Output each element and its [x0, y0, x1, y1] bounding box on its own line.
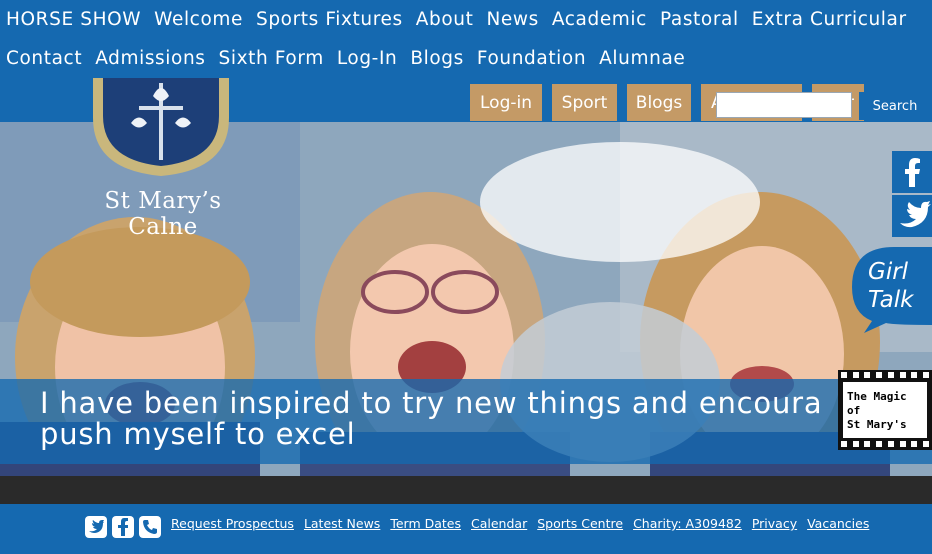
girl-talk-line-2: Talk	[868, 287, 915, 313]
film-strip-top	[841, 372, 929, 380]
footer-link-privacy[interactable]: Privacy	[752, 516, 797, 531]
tab-sport[interactable]: Sport	[552, 84, 617, 121]
footer-link-calendar[interactable]: Calendar	[471, 516, 527, 531]
hero-caption-line-1: I have been inspired to try new things a…	[40, 388, 823, 420]
nav-extra-curricular[interactable]: Extra Curricular	[752, 9, 907, 30]
nav-pastoral[interactable]: Pastoral	[660, 9, 739, 30]
facebook-side-button[interactable]	[892, 151, 932, 193]
footer-link-charity[interactable]: Charity: A309482	[633, 516, 742, 531]
facebook-icon	[905, 158, 920, 187]
nav-horse-show[interactable]: HORSE SHOW	[6, 9, 141, 30]
girl-talk-badge[interactable]: Girl Talk	[846, 243, 932, 333]
nav-row-2: Contact Admissions Sixth Form Log-In Blo…	[0, 39, 692, 78]
school-crest[interactable]	[91, 78, 231, 178]
footer-link-sports-centre[interactable]: Sports Centre	[537, 516, 623, 531]
nav-admissions[interactable]: Admissions	[95, 48, 205, 69]
footer-twitter-icon[interactable]	[85, 516, 107, 538]
magic-line-1: The Magic of	[847, 390, 907, 417]
tab-blogs[interactable]: Blogs	[627, 84, 691, 121]
twitter-icon	[900, 201, 931, 228]
film-strip-bottom	[841, 441, 929, 449]
magic-line-2: St Mary's	[847, 418, 907, 431]
school-name-line-2: Calne	[128, 214, 198, 240]
footer-phone-icon[interactable]	[139, 516, 161, 538]
magic-of-st-marys-badge[interactable]: The Magic of St Mary's	[838, 370, 932, 450]
footer-links: Request Prospectus Latest News Term Date…	[171, 516, 879, 531]
nav-contact[interactable]: Contact	[6, 48, 82, 69]
twitter-side-button[interactable]	[892, 195, 932, 237]
hero-caption-line-2: push myself to excel	[40, 417, 356, 450]
search-input[interactable]	[716, 92, 852, 118]
nav-academic[interactable]: Academic	[552, 9, 647, 30]
nav-about[interactable]: About	[416, 9, 474, 30]
girl-talk-line-1: Girl	[868, 259, 909, 285]
footer-link-term-dates[interactable]: Term Dates	[390, 516, 461, 531]
footer-link-vacancies[interactable]: Vacancies	[807, 516, 869, 531]
nav-welcome[interactable]: Welcome	[154, 9, 243, 30]
nav-sports-fixtures[interactable]: Sports Fixtures	[256, 9, 403, 30]
footer-facebook-icon[interactable]	[112, 516, 134, 538]
nav-log-in[interactable]: Log-In	[337, 48, 398, 69]
nav-alumnae[interactable]: Alumnae	[599, 48, 685, 69]
nav-news[interactable]: News	[486, 9, 538, 30]
hero-caption: I have been inspired to try new things a…	[40, 388, 920, 450]
magic-label: The Magic of St Mary's	[843, 382, 927, 438]
footer-link-latest-news[interactable]: Latest News	[304, 516, 380, 531]
footer-link-request-prospectus[interactable]: Request Prospectus	[171, 516, 294, 531]
nav-blogs[interactable]: Blogs	[410, 48, 464, 69]
school-name-line-1: St Mary’s	[104, 188, 222, 214]
nav-foundation[interactable]: Foundation	[477, 48, 586, 69]
school-name: St Mary’s Calne	[90, 188, 236, 240]
tab-log-in[interactable]: Log-in	[470, 84, 542, 121]
nav-row-1: HORSE SHOW Welcome Sports Fixtures About…	[0, 0, 914, 39]
top-navigation: HORSE SHOW Welcome Sports Fixtures About…	[0, 0, 932, 80]
nav-sixth-form[interactable]: Sixth Form	[219, 48, 324, 69]
search-button[interactable]: Search	[859, 92, 931, 120]
